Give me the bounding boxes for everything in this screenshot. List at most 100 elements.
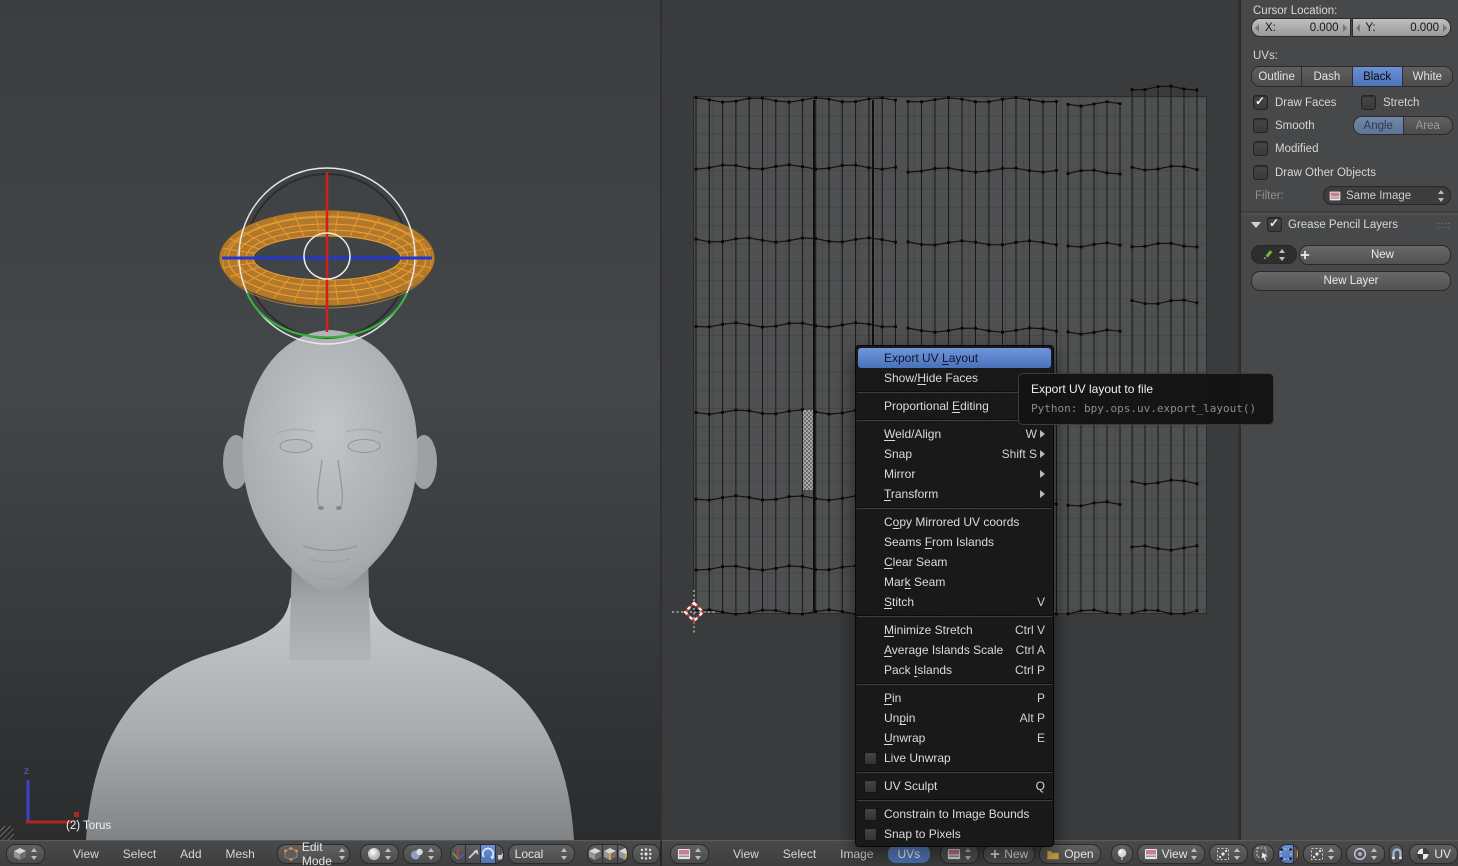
- clipped-right-button[interactable]: UV: [1409, 844, 1458, 864]
- rotate-manipulator-button[interactable]: [481, 845, 496, 863]
- panel-drag-dots[interactable]: ::::: [1437, 220, 1451, 230]
- pivot-point-dropdown[interactable]: [403, 844, 442, 864]
- menu-select[interactable]: Select: [773, 847, 826, 861]
- editor-mode-dropdown[interactable]: View: [1137, 844, 1206, 864]
- menu-checkbox[interactable]: [864, 752, 877, 765]
- menu-item-transform[interactable]: Transform: [856, 484, 1053, 504]
- occlude-geometry-toggle[interactable]: [632, 844, 660, 864]
- axis-z-label: z: [24, 766, 29, 777]
- face-select-button[interactable]: [618, 845, 628, 863]
- decrement-arrow[interactable]: [1356, 24, 1360, 32]
- edge-mode-black[interactable]: Black: [1353, 67, 1403, 86]
- grease-pencil-layers-header[interactable]: Grease Pencil Layers ::::: [1251, 217, 1451, 232]
- menu-item-uv-sculpt[interactable]: UV SculptQ: [856, 776, 1053, 796]
- edge-mode-outline[interactable]: Outline: [1252, 67, 1302, 86]
- expand-triangle-icon[interactable]: [1251, 222, 1261, 228]
- edge-select-button[interactable]: [603, 845, 618, 863]
- viewport-shading-dropdown[interactable]: [360, 844, 399, 864]
- menu-checkbox[interactable]: [864, 828, 877, 841]
- uv-edge-select-button[interactable]: [1294, 845, 1299, 863]
- stretch-area-button[interactable]: Area: [1404, 117, 1453, 134]
- menu-view[interactable]: View: [723, 847, 769, 861]
- snap-controls: [1389, 844, 1403, 864]
- menu-item-seams-from-islands[interactable]: Seams From Islands: [856, 532, 1053, 552]
- editor-type-selector[interactable]: [6, 844, 45, 864]
- checkbox[interactable]: [1253, 118, 1268, 133]
- image-pin-toggle[interactable]: [1111, 844, 1133, 864]
- menu-item-snap[interactable]: SnapShift S: [856, 444, 1053, 464]
- menu-item-snap-to-pixels[interactable]: Snap to Pixels: [856, 824, 1053, 844]
- menu-separator: [857, 615, 1052, 617]
- translate-manipulator-button[interactable]: [466, 845, 481, 863]
- menu-uvs[interactable]: UVs: [888, 845, 931, 863]
- menu-item-export-uv-layout[interactable]: Export UV Layout: [858, 348, 1051, 368]
- manipulator-toggle-button[interactable]: [451, 845, 466, 863]
- increment-arrow[interactable]: [1443, 24, 1447, 32]
- checkbox[interactable]: [1253, 95, 1268, 110]
- menu-separator: [857, 771, 1052, 773]
- snap-magnet-toggle[interactable]: [1390, 845, 1403, 863]
- stretch-angle-button[interactable]: Angle: [1354, 117, 1404, 134]
- menu-item-live-unwrap[interactable]: Live Unwrap: [856, 748, 1053, 768]
- increment-arrow[interactable]: [1343, 24, 1347, 32]
- menu-item-clear-seam[interactable]: Clear Seam: [856, 552, 1053, 572]
- image-new-button[interactable]: New: [983, 844, 1035, 864]
- menu-item-constrain-to-image-bounds[interactable]: Constrain to Image Bounds: [856, 804, 1053, 824]
- 3d-viewport[interactable]: z (2) Torus: [0, 0, 660, 840]
- menu-checkbox[interactable]: [864, 780, 877, 793]
- menu-item-stitch[interactable]: StitchV: [856, 592, 1053, 612]
- modified-checkbox[interactable]: Modified: [1253, 140, 1318, 157]
- menu-image[interactable]: Image: [830, 847, 883, 861]
- proportional-edit-dropdown[interactable]: [1346, 844, 1385, 864]
- image-open-button[interactable]: Open: [1039, 844, 1100, 864]
- pivot-point-dropdown[interactable]: [1209, 844, 1248, 864]
- checkbox[interactable]: [1253, 165, 1268, 180]
- checkbox[interactable]: [1361, 95, 1376, 110]
- 3d-viewport-header: View Select Add Mesh Edit Mode Local: [0, 840, 662, 866]
- vertex-select-button[interactable]: [588, 845, 603, 863]
- menu-item-pin[interactable]: PinP: [856, 688, 1053, 708]
- image-icon: [1329, 190, 1341, 202]
- menu-mesh[interactable]: Mesh: [216, 847, 265, 861]
- uv-vertex-select-button[interactable]: [1279, 845, 1294, 863]
- new-layer-button[interactable]: New Layer: [1251, 271, 1451, 291]
- menu-item-unpin[interactable]: UnpinAlt P: [856, 708, 1053, 728]
- cursor-y-field[interactable]: Y: 0.000: [1352, 18, 1452, 37]
- menu-item-mirror[interactable]: Mirror: [856, 464, 1053, 484]
- menu-checkbox[interactable]: [864, 808, 877, 821]
- image-datablock-selector[interactable]: [940, 844, 979, 864]
- menu-item-copy-mirrored-uv-coords[interactable]: Copy Mirrored UV coords: [856, 512, 1053, 532]
- chevron-updown-icon: [31, 848, 38, 860]
- transform-orientation-dropdown[interactable]: Local: [508, 844, 576, 864]
- scale-manipulator-button[interactable]: [496, 845, 504, 863]
- snap-target-dropdown[interactable]: [1303, 844, 1342, 864]
- editor-type-selector[interactable]: [670, 844, 709, 864]
- mode-dropdown[interactable]: Edit Mode: [277, 844, 350, 864]
- decrement-arrow[interactable]: [1255, 24, 1259, 32]
- grease-pencil-new-button[interactable]: New: [1299, 245, 1451, 265]
- stretch-checkbox[interactable]: Stretch: [1361, 94, 1419, 111]
- menu-add[interactable]: Add: [170, 847, 211, 861]
- smooth-checkbox[interactable]: Smooth: [1253, 117, 1315, 134]
- menu-select[interactable]: Select: [113, 847, 166, 861]
- cursor-x-field[interactable]: X: 0.000: [1251, 18, 1351, 37]
- selected-uv-face: [803, 410, 813, 490]
- region-resize-grip[interactable]: [0, 826, 14, 840]
- edge-mode-dash[interactable]: Dash: [1302, 67, 1352, 86]
- filter-dropdown[interactable]: Same Image: [1323, 186, 1451, 205]
- tooltip-title: Export UV layout to file: [1031, 382, 1261, 396]
- checkbox[interactable]: [1253, 141, 1268, 156]
- draw-faces-checkbox[interactable]: Draw Faces: [1253, 94, 1336, 111]
- draw-other-objects-checkbox[interactable]: Draw Other Objects: [1253, 164, 1376, 181]
- menu-item-pack-islands[interactable]: Pack IslandsCtrl P: [856, 660, 1053, 680]
- menu-item-average-islands-scale[interactable]: Average Islands ScaleCtrl A: [856, 640, 1053, 660]
- menu-item-unwrap[interactable]: UnwrapE: [856, 728, 1053, 748]
- edge-mode-white[interactable]: White: [1403, 67, 1452, 86]
- menu-item-minimize-stretch[interactable]: Minimize StretchCtrl V: [856, 620, 1053, 640]
- sync-uv-selection-toggle[interactable]: [1252, 844, 1274, 864]
- grease-pencil-datablock-selector[interactable]: [1251, 245, 1297, 264]
- menu-item-mark-seam[interactable]: Mark Seam: [856, 572, 1053, 592]
- menu-view[interactable]: View: [63, 847, 109, 861]
- checkbox[interactable]: [1267, 217, 1282, 232]
- menu-item-weld-align[interactable]: Weld/AlignW: [856, 424, 1053, 444]
